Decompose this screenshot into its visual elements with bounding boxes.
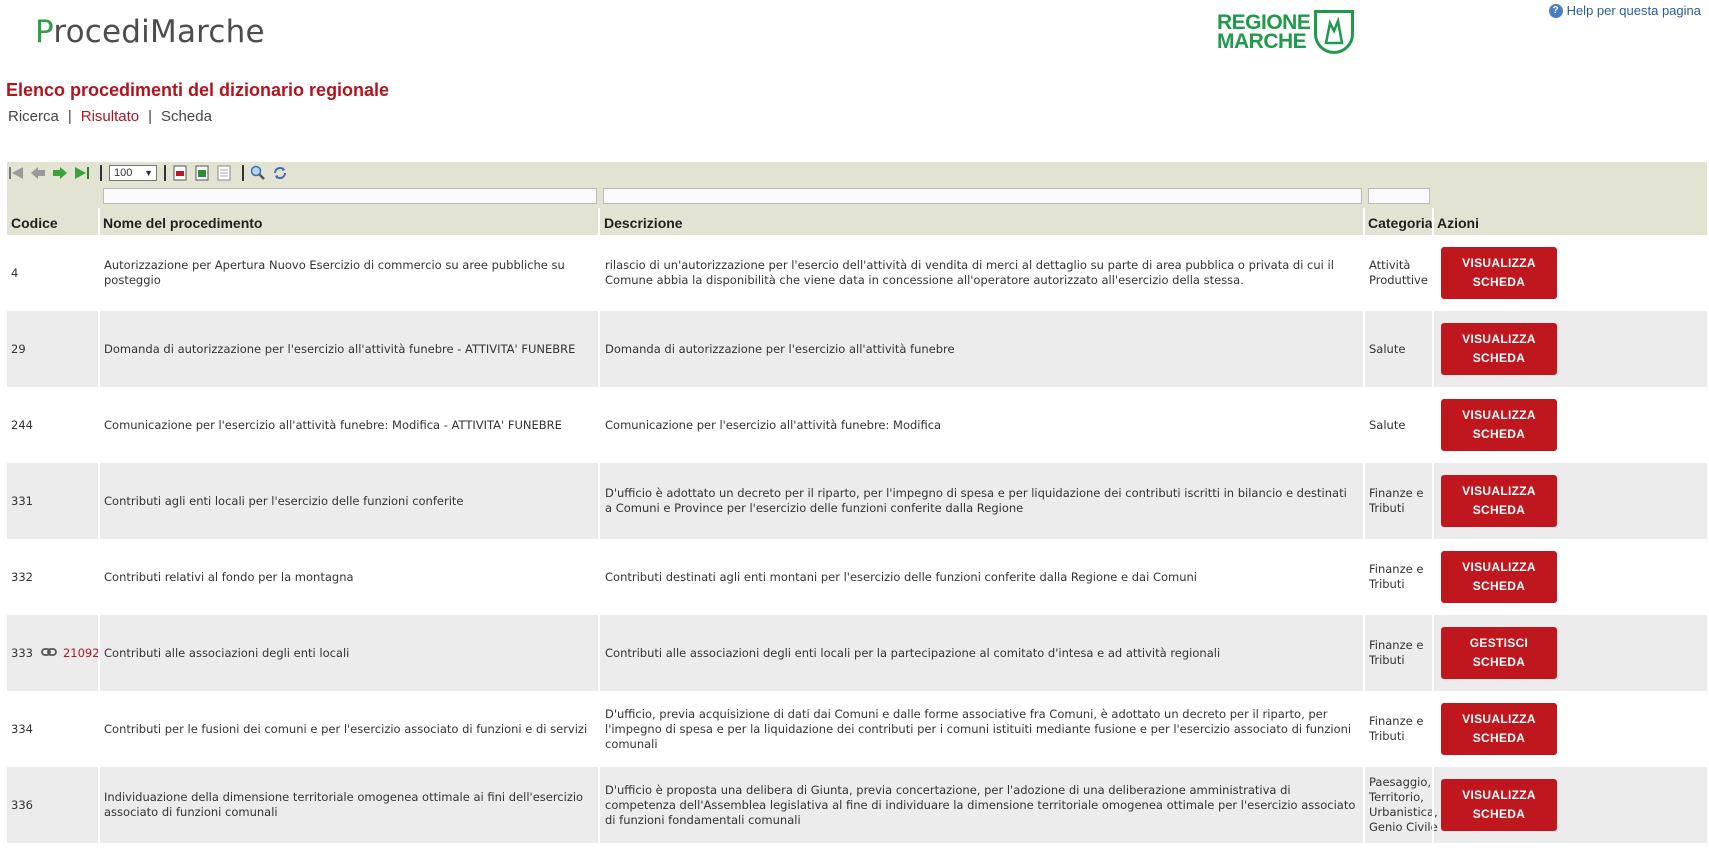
regione-emblem-icon: [1314, 10, 1355, 54]
nome-cell: Autorizzazione per Apertura Nuovo Eserci…: [104, 258, 565, 287]
refresh-icon[interactable]: [271, 164, 289, 182]
chevron-down-icon: ▼: [144, 168, 153, 178]
categoria-cell: Finanze e Tributi: [1369, 486, 1424, 515]
app-header: ProcediMarche REGIONE MARCHE ? Help per …: [0, 0, 1709, 80]
descrizione-cell: D'ufficio è proposta una delibera di Giu…: [605, 782, 1356, 827]
nome-cell: Comunicazione per l'esercizio all'attivi…: [104, 417, 562, 432]
visualizza-scheda-button[interactable]: VISUALIZZA SCHEDA: [1441, 399, 1557, 451]
filter-categoria-input[interactable]: [1368, 188, 1430, 204]
nome-cell: Contributi per le fusioni dei comuni e p…: [104, 721, 588, 736]
codice-cell: 333: [11, 646, 33, 660]
table-row: 336 Individuazione della dimensione terr…: [7, 767, 1707, 843]
visualizza-scheda-button[interactable]: VISUALIZZA SCHEDA: [1441, 247, 1557, 299]
codice-cell: 332: [11, 570, 33, 584]
link-icon: [41, 646, 57, 660]
results-table-body: 4 Autorizzazione per Apertura Nuovo Eser…: [7, 235, 1707, 843]
visualizza-scheda-button[interactable]: VISUALIZZA SCHEDA: [1441, 703, 1557, 755]
header-categoria[interactable]: Categoria: [1368, 215, 1433, 231]
nome-cell: Contributi relativi al fondo per la mont…: [104, 569, 354, 584]
descrizione-cell: Domanda di autorizzazione per l'esercizi…: [605, 341, 955, 356]
table-row: 332 Contributi relativi al fondo per la …: [7, 539, 1707, 615]
search-icon[interactable]: [249, 164, 267, 182]
last-page-icon[interactable]: [73, 164, 91, 182]
regione-marche-logo: REGIONE MARCHE: [1217, 10, 1355, 54]
header-descrizione[interactable]: Descrizione: [604, 215, 683, 231]
descrizione-cell: Comunicazione per l'esercizio all'attivi…: [605, 417, 942, 432]
breadcrumb-tabs: Ricerca | Risultato | Scheda: [8, 108, 212, 125]
help-icon: ?: [1548, 3, 1563, 18]
procedimarche-logo[interactable]: ProcediMarche: [35, 14, 265, 50]
descrizione-cell: rilascio di un'autorizzazione per l'eser…: [605, 258, 1334, 287]
nome-cell: Contributi alle associazioni degli enti …: [104, 645, 350, 660]
visualizza-scheda-button[interactable]: VISUALIZZA SCHEDA: [1441, 779, 1557, 831]
codice-cell: 331: [11, 494, 33, 508]
gestisci-scheda-button[interactable]: GESTISCI SCHEDA: [1441, 627, 1557, 679]
page-size-select[interactable]: 100 ▼: [109, 165, 157, 181]
export-pdf-icon[interactable]: [171, 164, 189, 182]
filter-nome-input[interactable]: [103, 188, 597, 204]
table-row: 244 Comunicazione per l'esercizio all'at…: [7, 387, 1707, 463]
categoria-cell: Paesaggio, Territorio, Urbanistica, Geni…: [1369, 775, 1438, 834]
visualizza-scheda-button[interactable]: VISUALIZZA SCHEDA: [1441, 551, 1557, 603]
header-azioni: Azioni: [1437, 215, 1479, 231]
table-row: 29 Domanda di autorizzazione per l'eserc…: [7, 311, 1707, 387]
table-row: 4 Autorizzazione per Apertura Nuovo Eser…: [7, 235, 1707, 311]
tab-scheda[interactable]: Scheda: [161, 108, 212, 125]
table-row: 331 Contributi agli enti locali per l'es…: [7, 463, 1707, 539]
next-page-icon[interactable]: [51, 164, 69, 182]
filter-row: [7, 184, 1707, 208]
toolbar-divider: [242, 165, 244, 181]
prev-page-icon[interactable]: [29, 164, 47, 182]
tab-ricerca[interactable]: Ricerca: [8, 108, 59, 125]
descrizione-cell: D'ufficio, previa acquisizione di dati d…: [605, 706, 1352, 751]
grid-toolbar: 100 ▼: [7, 162, 1707, 184]
categoria-cell: Finanze e Tributi: [1369, 714, 1424, 743]
categoria-cell: Salute: [1369, 417, 1406, 432]
first-page-icon[interactable]: [7, 164, 25, 182]
categoria-cell: Salute: [1369, 341, 1406, 356]
nome-cell: Contributi agli enti locali per l'eserci…: [104, 493, 464, 508]
visualizza-scheda-button[interactable]: VISUALIZZA SCHEDA: [1441, 475, 1557, 527]
visualizza-scheda-button[interactable]: VISUALIZZA SCHEDA: [1441, 323, 1557, 375]
export-text-icon[interactable]: [215, 164, 233, 182]
nome-cell: Domanda di autorizzazione per l'esercizi…: [104, 341, 576, 356]
descrizione-cell: Contributi alle associazioni degli enti …: [605, 645, 1221, 660]
toolbar-divider: [100, 165, 102, 181]
codice-cell: 244: [11, 418, 33, 432]
header-nome[interactable]: Nome del procedimento: [103, 215, 262, 231]
regione-logo-line2: MARCHE: [1217, 30, 1307, 53]
codice-cell: 334: [11, 722, 33, 736]
toolbar-divider: [164, 165, 166, 181]
tab-risultato[interactable]: Risultato: [81, 108, 139, 125]
codice-cell: 29: [11, 342, 26, 356]
help-label: Help per questa pagina: [1566, 3, 1701, 18]
categoria-cell: Finanze e Tributi: [1369, 638, 1424, 667]
page-title: Elenco procedimenti del dizionario regio…: [6, 80, 390, 100]
codice-cell: 4: [11, 266, 19, 280]
table-row: 334 Contributi per le fusioni dei comuni…: [7, 691, 1707, 767]
related-procedure-link[interactable]: 21092: [63, 646, 100, 660]
descrizione-cell: D'ufficio è adottato un decreto per il r…: [605, 486, 1347, 515]
categoria-cell: Attività Produttive: [1369, 258, 1428, 287]
help-link[interactable]: ? Help per questa pagina: [1548, 3, 1701, 18]
export-excel-icon[interactable]: [193, 164, 211, 182]
codice-cell: 336: [11, 798, 33, 812]
filter-descrizione-input[interactable]: [603, 188, 1362, 204]
table-header: Codice Nome del procedimento Descrizione…: [7, 208, 1707, 235]
categoria-cell: Finanze e Tributi: [1369, 562, 1424, 591]
descrizione-cell: Contributi destinati agli enti montani p…: [605, 569, 1197, 584]
header-codice[interactable]: Codice: [11, 215, 58, 231]
nome-cell: Individuazione della dimensione territor…: [104, 790, 584, 819]
table-row: 333 21092 Contributi alle associazioni de…: [7, 615, 1707, 691]
